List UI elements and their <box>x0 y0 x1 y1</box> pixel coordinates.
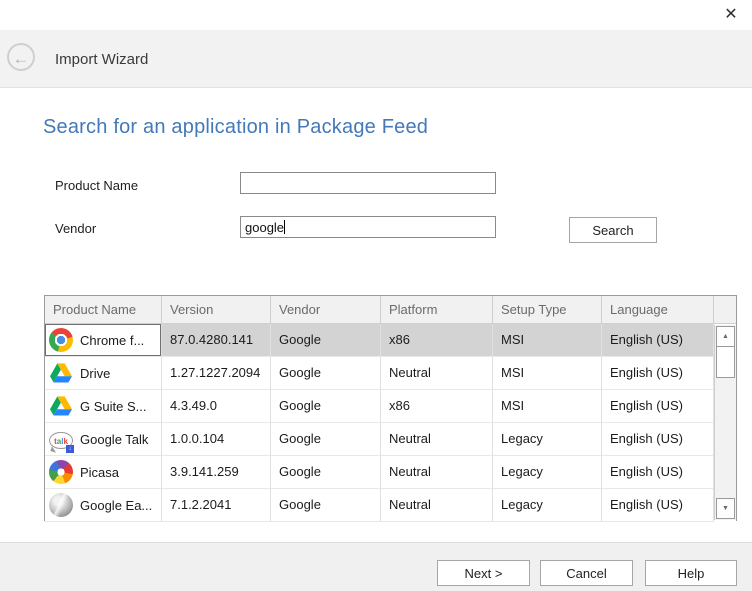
cell-vendor[interactable]: Google <box>271 489 381 522</box>
cell-platform[interactable]: Neutral <box>381 423 493 456</box>
product-name-text: G Suite S... <box>80 399 146 414</box>
close-icon[interactable]: ✕ <box>718 2 744 28</box>
text-caret <box>284 220 285 234</box>
table-row[interactable]: Google Ea... 7.1.2.2041 Google Neutral L… <box>45 489 736 522</box>
cell-language[interactable]: English (US) <box>602 423 714 456</box>
table-row[interactable]: Drive 1.27.1227.2094 Google Neutral MSI … <box>45 357 736 390</box>
column-header-vendor[interactable]: Vendor <box>271 296 381 323</box>
table-row[interactable]: Picasa 3.9.141.259 Google Neutral Legacy… <box>45 456 736 489</box>
product-name-text: Chrome f... <box>80 333 144 348</box>
cell-product-name[interactable]: Chrome f... <box>45 324 162 357</box>
cell-language[interactable]: English (US) <box>602 456 714 489</box>
column-header-spacer <box>714 296 736 323</box>
wizard-header: ← Import Wizard <box>0 30 752 88</box>
cell-language[interactable]: English (US) <box>602 390 714 423</box>
scrollbar-thumb[interactable] <box>716 347 735 378</box>
cell-version[interactable]: 3.9.141.259 <box>162 456 271 489</box>
cell-product-name[interactable]: Picasa <box>45 456 162 489</box>
vertical-scrollbar[interactable]: ▲ ▼ <box>714 325 736 520</box>
cell-platform[interactable]: x86 <box>381 390 493 423</box>
page-heading: Search for an application in Package Fee… <box>43 116 428 139</box>
cell-product-name[interactable]: G Suite S... <box>45 390 162 423</box>
cell-language[interactable]: English (US) <box>602 324 714 357</box>
table-row[interactable]: G Suite S... 4.3.49.0 Google x86 MSI Eng… <box>45 390 736 423</box>
cell-vendor[interactable]: Google <box>271 390 381 423</box>
cell-setup-type[interactable]: Legacy <box>493 489 602 522</box>
wizard-title: Import Wizard <box>55 51 148 68</box>
cell-setup-type[interactable]: Legacy <box>493 456 602 489</box>
cell-language[interactable]: English (US) <box>602 489 714 522</box>
cell-setup-type[interactable]: MSI <box>493 324 602 357</box>
drive-icon <box>49 361 73 385</box>
cancel-button[interactable]: Cancel <box>540 560 633 586</box>
help-button[interactable]: Help <box>645 560 737 586</box>
cell-version[interactable]: 7.1.2.2041 <box>162 489 271 522</box>
product-name-input[interactable] <box>240 172 496 194</box>
cell-version[interactable]: 1.0.0.104 <box>162 423 271 456</box>
back-icon[interactable]: ← <box>7 43 35 71</box>
cell-version[interactable]: 87.0.4280.141 <box>162 324 271 357</box>
cell-product-name[interactable]: Drive <box>45 357 162 390</box>
search-button[interactable]: Search <box>569 217 657 243</box>
cell-setup-type[interactable]: MSI <box>493 357 602 390</box>
cell-platform[interactable]: Neutral <box>381 489 493 522</box>
column-header-version[interactable]: Version <box>162 296 271 323</box>
product-name-label: Product Name <box>55 178 138 193</box>
vendor-input[interactable] <box>240 216 496 238</box>
scrollbar-track[interactable] <box>715 378 736 498</box>
cell-vendor[interactable]: Google <box>271 324 381 357</box>
column-header-platform[interactable]: Platform <box>381 296 493 323</box>
cell-product-name[interactable]: Google Ea... <box>45 489 162 522</box>
cell-platform[interactable]: Neutral <box>381 456 493 489</box>
cell-vendor[interactable]: Google <box>271 456 381 489</box>
cell-platform[interactable]: x86 <box>381 324 493 357</box>
cell-vendor[interactable]: Google <box>271 357 381 390</box>
footer-bar: Next > Cancel Help <box>0 542 752 591</box>
cell-product-name[interactable]: talk Google Talk <box>45 423 162 456</box>
product-name-text: Drive <box>80 366 110 381</box>
picasa-icon <box>49 460 73 484</box>
results-grid-header: Product Name Version Vendor Platform Set… <box>45 296 736 324</box>
column-header-setup-type[interactable]: Setup Type <box>493 296 602 323</box>
product-name-text: Picasa <box>80 465 119 480</box>
scroll-up-icon[interactable]: ▲ <box>716 326 735 347</box>
column-header-language[interactable]: Language <box>602 296 714 323</box>
cell-version[interactable]: 1.27.1227.2094 <box>162 357 271 390</box>
product-name-text: Google Ea... <box>80 498 152 513</box>
chrome-icon <box>49 328 73 352</box>
vendor-label: Vendor <box>55 221 96 236</box>
results-grid: Product Name Version Vendor Platform Set… <box>44 295 737 521</box>
product-name-text: Google Talk <box>80 432 148 447</box>
drive-icon <box>49 394 73 418</box>
results-grid-body: Chrome f... 87.0.4280.141 Google x86 MSI… <box>45 324 736 522</box>
cell-version[interactable]: 4.3.49.0 <box>162 390 271 423</box>
titlebar: ✕ <box>0 0 752 30</box>
cell-setup-type[interactable]: MSI <box>493 390 602 423</box>
table-row[interactable]: talk Google Talk 1.0.0.104 Google Neutra… <box>45 423 736 456</box>
cell-platform[interactable]: Neutral <box>381 357 493 390</box>
cell-language[interactable]: English (US) <box>602 357 714 390</box>
earth-icon <box>49 493 73 517</box>
cell-vendor[interactable]: Google <box>271 423 381 456</box>
cell-setup-type[interactable]: Legacy <box>493 423 602 456</box>
scroll-down-icon[interactable]: ▼ <box>716 498 735 519</box>
next-button[interactable]: Next > <box>437 560 530 586</box>
column-header-product-name[interactable]: Product Name <box>45 296 162 323</box>
talk-icon: talk <box>49 432 73 449</box>
table-row[interactable]: Chrome f... 87.0.4280.141 Google x86 MSI… <box>45 324 736 357</box>
